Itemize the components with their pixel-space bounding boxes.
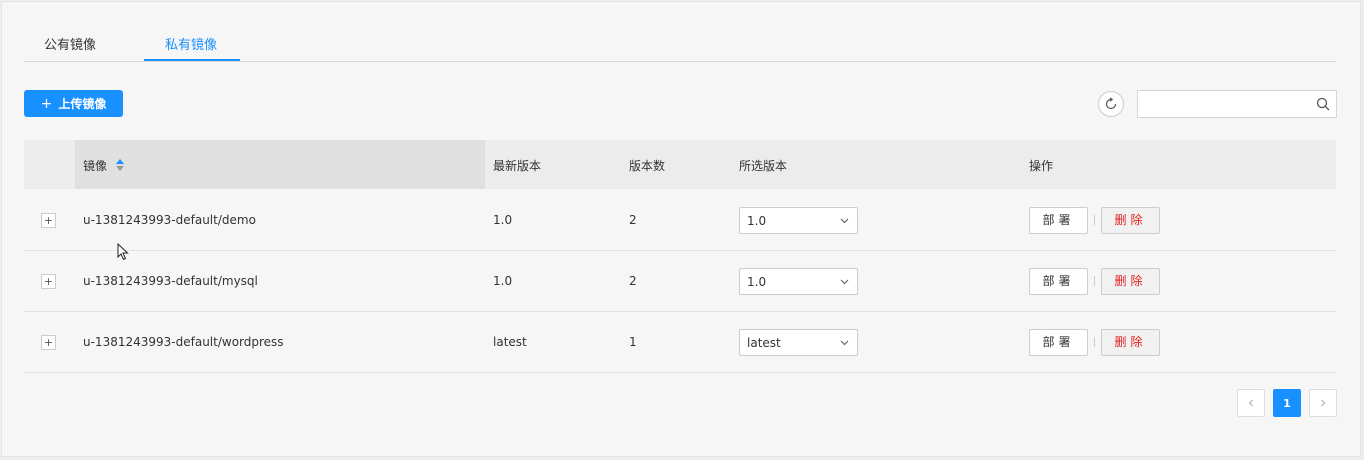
refresh-button[interactable] [1098,91,1124,117]
mouse-cursor-icon [117,243,129,261]
chevron-down-icon [840,218,849,224]
sort-icon[interactable] [116,159,124,171]
header-latest-version: 最新版本 [493,159,542,173]
table-row: + u-1381243993-default/wordpress latest … [24,312,1336,373]
page-button-1[interactable]: 1 [1273,389,1301,417]
upload-image-button[interactable]: + 上传镜像 [24,90,123,117]
divider [1094,215,1095,225]
image-name: u-1381243993-default/mysql [83,274,258,288]
version-select-value: 1.0 [747,214,767,228]
delete-button[interactable]: 删除 [1101,329,1160,356]
divider [1094,337,1095,347]
version-select[interactable]: latest [739,329,858,356]
header-actions: 操作 [1029,159,1054,173]
plus-icon: + [40,95,53,112]
active-tab-indicator [144,59,240,61]
image-name: u-1381243993-default/demo [83,213,256,227]
deploy-button[interactable]: 部署 [1029,207,1088,234]
upload-image-label: 上传镜像 [58,97,107,111]
version-select-value: latest [747,336,781,350]
tab-public-images[interactable]: 公有镜像 [44,34,96,53]
sorted-column-highlight [75,140,485,189]
version-count: 2 [629,213,637,227]
next-page-button[interactable] [1309,389,1337,417]
prev-page-button[interactable] [1237,389,1265,417]
expand-row-button[interactable]: + [41,335,56,350]
chevron-right-icon [1321,399,1326,407]
latest-version: latest [493,335,527,349]
chevron-down-icon [840,279,849,285]
search-icon[interactable] [1316,97,1330,111]
table-row: + u-1381243993-default/demo 1.0 2 1.0 部署… [24,190,1336,251]
tab-private-images[interactable]: 私有镜像 [165,34,217,53]
header-version-count: 版本数 [629,159,666,173]
latest-version: 1.0 [493,213,513,227]
delete-button[interactable]: 删除 [1101,207,1160,234]
deploy-button[interactable]: 部署 [1029,329,1088,356]
table-header: 镜像 最新版本 版本数 所选版本 操作 [24,140,1336,189]
chevron-left-icon [1248,399,1253,407]
version-select[interactable]: 1.0 [739,268,858,295]
search-input[interactable] [1142,92,1316,118]
table-row: + u-1381243993-default/mysql 1.0 2 1.0 部… [24,251,1336,312]
version-select[interactable]: 1.0 [739,207,858,234]
expand-row-button[interactable]: + [41,213,56,228]
deploy-button[interactable]: 部署 [1029,268,1088,295]
version-count: 2 [629,274,637,288]
version-select-value: 1.0 [747,275,767,289]
divider [1094,276,1095,286]
tab-bar: 公有镜像 私有镜像 [24,26,1336,62]
image-name: u-1381243993-default/wordpress [83,335,284,349]
version-count: 1 [629,335,637,349]
header-selected-version: 所选版本 [739,159,788,173]
latest-version: 1.0 [493,274,513,288]
header-image[interactable]: 镜像 [83,157,107,174]
delete-button[interactable]: 删除 [1101,268,1160,295]
refresh-icon [1105,97,1117,110]
chevron-down-icon [840,340,849,346]
expand-row-button[interactable]: + [41,274,56,289]
search-field[interactable] [1137,90,1337,118]
